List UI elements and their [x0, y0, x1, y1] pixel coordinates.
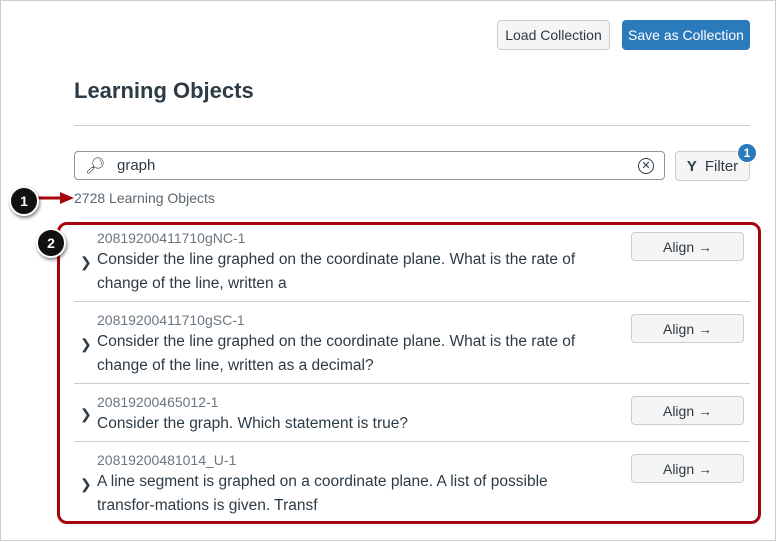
divider: [74, 125, 750, 126]
results-count: 2728 Learning Objects: [74, 190, 215, 206]
save-as-collection-button[interactable]: Save as Collection: [622, 20, 750, 50]
filter-label: Filter: [704, 157, 739, 175]
page-title: Learning Objects: [74, 78, 254, 103]
search-value: graph: [117, 157, 156, 174]
search-icon: 🔎︎: [85, 157, 106, 175]
clear-search-icon[interactable]: ✕: [638, 157, 654, 174]
filter-count-badge: 1: [737, 143, 757, 163]
filter-icon: Y: [686, 157, 697, 175]
annotation-arrow: [36, 192, 74, 204]
callout-2: 2: [36, 228, 66, 258]
callout-1: 1: [9, 186, 39, 216]
search-input[interactable]: 🔎︎ graph ✕: [74, 151, 665, 180]
load-collection-button[interactable]: Load Collection: [497, 20, 610, 50]
annotation-highlight-box: [57, 222, 761, 524]
